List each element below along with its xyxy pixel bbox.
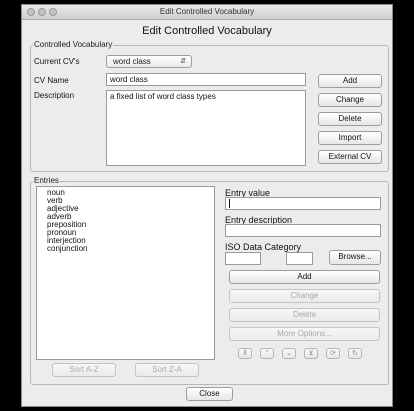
iso-data-category-label: ISO Data Category [225, 242, 302, 252]
iso-category-input[interactable] [225, 252, 261, 265]
window-title: Edit Controlled Vocabulary [159, 7, 255, 16]
entries-group-legend: Entries [33, 176, 60, 185]
cv-change-button[interactable]: Change [318, 93, 382, 107]
entry-add-button[interactable]: Add [229, 270, 380, 284]
dialog-heading: Edit Controlled Vocabulary [142, 25, 272, 37]
description-textarea[interactable]: a fixed list of word class types [106, 90, 306, 166]
close-button[interactable]: Close [186, 387, 233, 401]
move-up-icon[interactable]: ⌃ [260, 348, 274, 359]
entry-delete-button[interactable]: Delete [229, 308, 380, 322]
sort-a-z-button[interactable]: Sort A-Z [52, 363, 116, 377]
browse-button[interactable]: Browse... [329, 250, 381, 265]
list-item[interactable]: conjunction [47, 245, 87, 253]
entries-list[interactable]: noun verb adjective adverb preposition p… [36, 186, 215, 360]
more-options-button[interactable]: More Options... [229, 327, 380, 341]
rotate-icon[interactable]: ⟳ [326, 348, 340, 359]
title-bar: Edit Controlled Vocabulary [22, 5, 392, 20]
move-to-top-icon[interactable]: ⊼ [238, 348, 252, 359]
current-cv-value: word class [113, 57, 151, 66]
entry-change-button[interactable]: Change [229, 289, 380, 303]
entry-value-input[interactable] [225, 197, 381, 210]
refresh-icon[interactable]: ↻ [348, 348, 362, 359]
cv-delete-button[interactable]: Delete [318, 112, 382, 126]
cv-group-legend: Controlled Vocabulary [33, 40, 114, 49]
description-label: Description [34, 91, 75, 100]
cv-add-button[interactable]: Add [318, 74, 382, 88]
cv-name-input[interactable]: word class [106, 73, 306, 86]
cv-name-label: CV Name [34, 76, 69, 85]
current-cv-label: Current CV's [34, 57, 80, 66]
current-cv-select[interactable]: word class ⇵ [106, 55, 192, 68]
entry-description-input[interactable] [225, 224, 381, 237]
move-down-icon[interactable]: ⌄ [282, 348, 296, 359]
external-cv-button[interactable]: External CV [318, 150, 382, 164]
move-to-bottom-icon[interactable]: ⊻ [304, 348, 318, 359]
select-arrows-icon: ⇵ [180, 58, 186, 65]
edit-cv-window: Edit Controlled Vocabulary Edit Controll… [21, 4, 393, 407]
iso-category-id-input[interactable] [286, 252, 313, 265]
text-cursor [229, 199, 230, 209]
sort-z-a-button[interactable]: Sort Z-A [135, 363, 199, 377]
cv-import-button[interactable]: Import [318, 131, 382, 145]
